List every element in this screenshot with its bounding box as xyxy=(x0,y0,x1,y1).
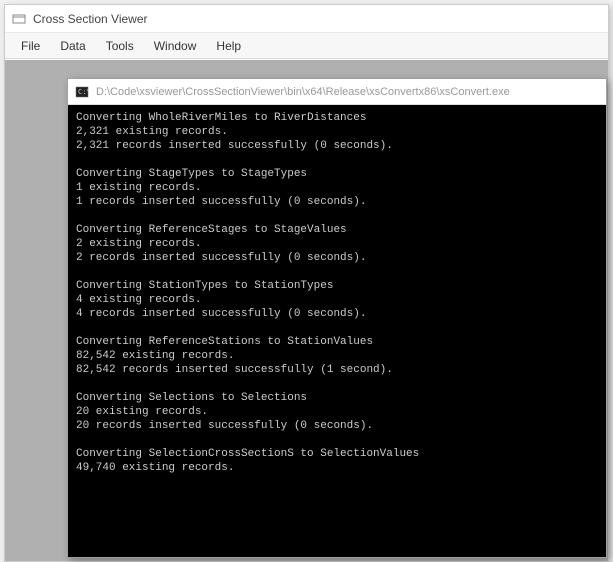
console-block: Converting StationTypes to StationTypes4… xyxy=(76,279,598,321)
console-line: 82,542 existing records. xyxy=(76,349,598,363)
client-area: C:\ D:\Code\xsviewer\CrossSectionViewer\… xyxy=(5,60,608,561)
title-bar[interactable]: Cross Section Viewer xyxy=(5,5,608,33)
console-line: 20 records inserted successfully (0 seco… xyxy=(76,419,598,433)
console-line: 2,321 records inserted successfully (0 s… xyxy=(76,139,598,153)
console-body[interactable]: Converting WholeRiverMiles to RiverDista… xyxy=(68,105,606,557)
console-line: Converting StationTypes to StationTypes xyxy=(76,279,598,293)
console-line: 4 records inserted successfully (0 secon… xyxy=(76,307,598,321)
console-block: Converting ReferenceStations to StationV… xyxy=(76,335,598,377)
console-icon: C:\ xyxy=(74,84,90,100)
console-block: Converting ReferenceStages to StageValue… xyxy=(76,223,598,265)
console-title: D:\Code\xsviewer\CrossSectionViewer\bin\… xyxy=(96,86,510,98)
console-line: 4 existing records. xyxy=(76,293,598,307)
menu-window[interactable]: Window xyxy=(144,35,207,57)
console-block: Converting StageTypes to StageTypes1 exi… xyxy=(76,167,598,209)
console-line: 2 existing records. xyxy=(76,237,598,251)
console-line: Converting SelectionCrossSectionS to Sel… xyxy=(76,447,598,461)
menu-help[interactable]: Help xyxy=(206,35,251,57)
console-window[interactable]: C:\ D:\Code\xsviewer\CrossSectionViewer\… xyxy=(67,78,607,558)
console-block: Converting Selections to Selections20 ex… xyxy=(76,391,598,433)
menu-tools[interactable]: Tools xyxy=(96,35,144,57)
menu-bar: File Data Tools Window Help xyxy=(5,33,608,59)
console-line: Converting StageTypes to StageTypes xyxy=(76,167,598,181)
console-line: 1 existing records. xyxy=(76,181,598,195)
console-title-bar[interactable]: C:\ D:\Code\xsviewer\CrossSectionViewer\… xyxy=(68,79,606,105)
menu-data[interactable]: Data xyxy=(50,35,95,57)
console-line: Converting WholeRiverMiles to RiverDista… xyxy=(76,111,598,125)
console-line: 82,542 records inserted successfully (1 … xyxy=(76,363,598,377)
svg-text:C:\: C:\ xyxy=(78,88,89,96)
console-line: 2,321 existing records. xyxy=(76,125,598,139)
console-line: Converting ReferenceStages to StageValue… xyxy=(76,223,598,237)
app-icon xyxy=(11,11,27,27)
console-line: 1 records inserted successfully (0 secon… xyxy=(76,195,598,209)
app-title: Cross Section Viewer xyxy=(33,12,148,26)
console-line: Converting ReferenceStations to StationV… xyxy=(76,335,598,349)
console-block: Converting SelectionCrossSectionS to Sel… xyxy=(76,447,598,475)
console-block: Converting WholeRiverMiles to RiverDista… xyxy=(76,111,598,153)
console-line: 20 existing records. xyxy=(76,405,598,419)
console-line: Converting Selections to Selections xyxy=(76,391,598,405)
main-window: Cross Section Viewer File Data Tools Win… xyxy=(4,4,609,562)
console-line: 2 records inserted successfully (0 secon… xyxy=(76,251,598,265)
console-line: 49,740 existing records. xyxy=(76,461,598,475)
menu-file[interactable]: File xyxy=(11,35,50,57)
